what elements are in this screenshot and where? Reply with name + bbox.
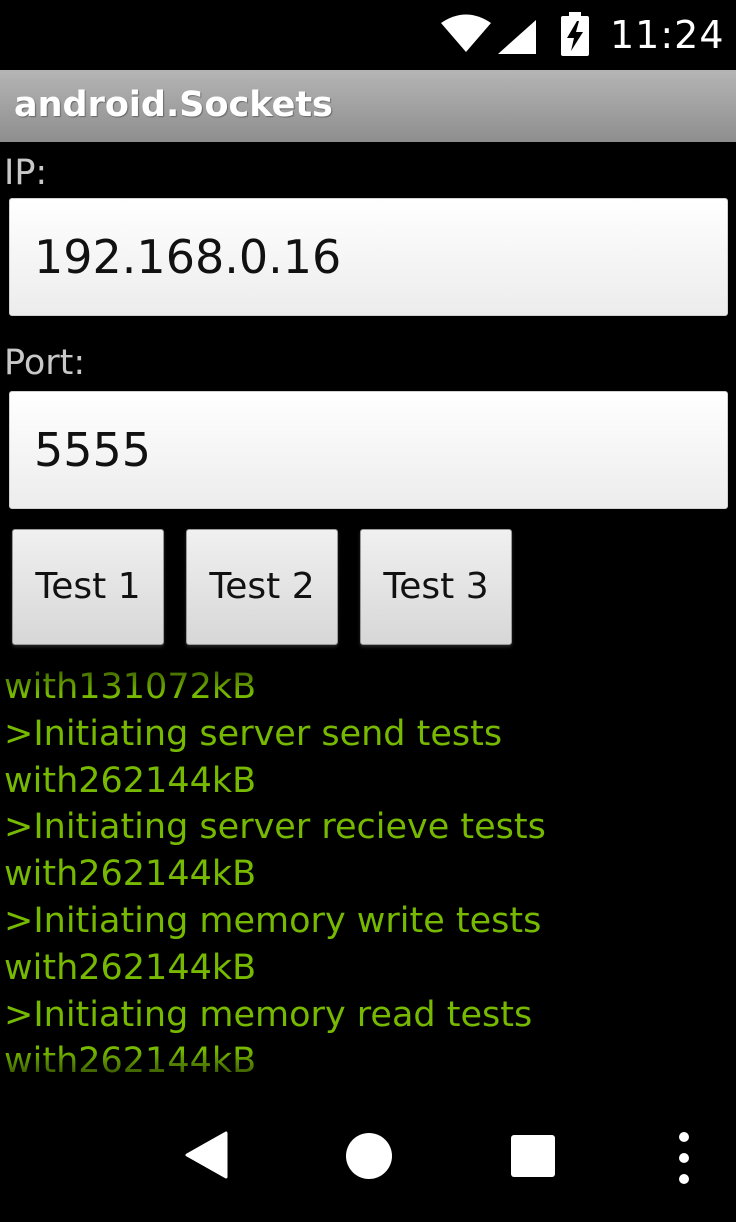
test-1-button[interactable]: Test 1 [12, 529, 164, 645]
app-title: android.Sockets [14, 85, 333, 125]
test-3-button[interactable]: Test 3 [360, 529, 512, 645]
port-input[interactable] [9, 391, 728, 509]
battery-charging-icon [561, 12, 589, 56]
log-line: >Initiating memory read tests [4, 994, 533, 1035]
test-2-button[interactable]: Test 2 [186, 529, 338, 645]
cell-signal-icon [498, 20, 536, 54]
log-output[interactable]: with131072kB >Initiating server send tes… [4, 664, 732, 1084]
log-line: with262144kB [4, 760, 257, 801]
overflow-menu-icon[interactable] [676, 1130, 692, 1186]
wifi-icon [441, 14, 491, 52]
home-icon[interactable] [345, 1132, 393, 1180]
ip-input[interactable] [9, 198, 728, 316]
navigation-bar [0, 1100, 736, 1222]
recents-icon[interactable] [510, 1134, 556, 1178]
log-line: >Initiating memory write tests [4, 900, 542, 941]
log-line: >Initiating server recieve tests [4, 807, 546, 848]
port-label: Port: [4, 343, 86, 383]
status-bar: 11:24 [0, 0, 736, 70]
log-line: with262144kB [4, 854, 257, 895]
app-screen: 11:24 android.Sockets IP: Port: Test 1 T… [0, 0, 736, 1222]
action-bar: android.Sockets [0, 70, 736, 142]
log-line: with262144kB [4, 947, 257, 988]
back-icon[interactable] [184, 1130, 228, 1180]
log-line: >Initiating server send tests [4, 713, 503, 754]
ip-label: IP: [4, 153, 48, 193]
log-line: with262144kB [4, 1041, 257, 1082]
log-line: with131072kB [4, 667, 257, 707]
status-clock: 11:24 [610, 13, 725, 57]
